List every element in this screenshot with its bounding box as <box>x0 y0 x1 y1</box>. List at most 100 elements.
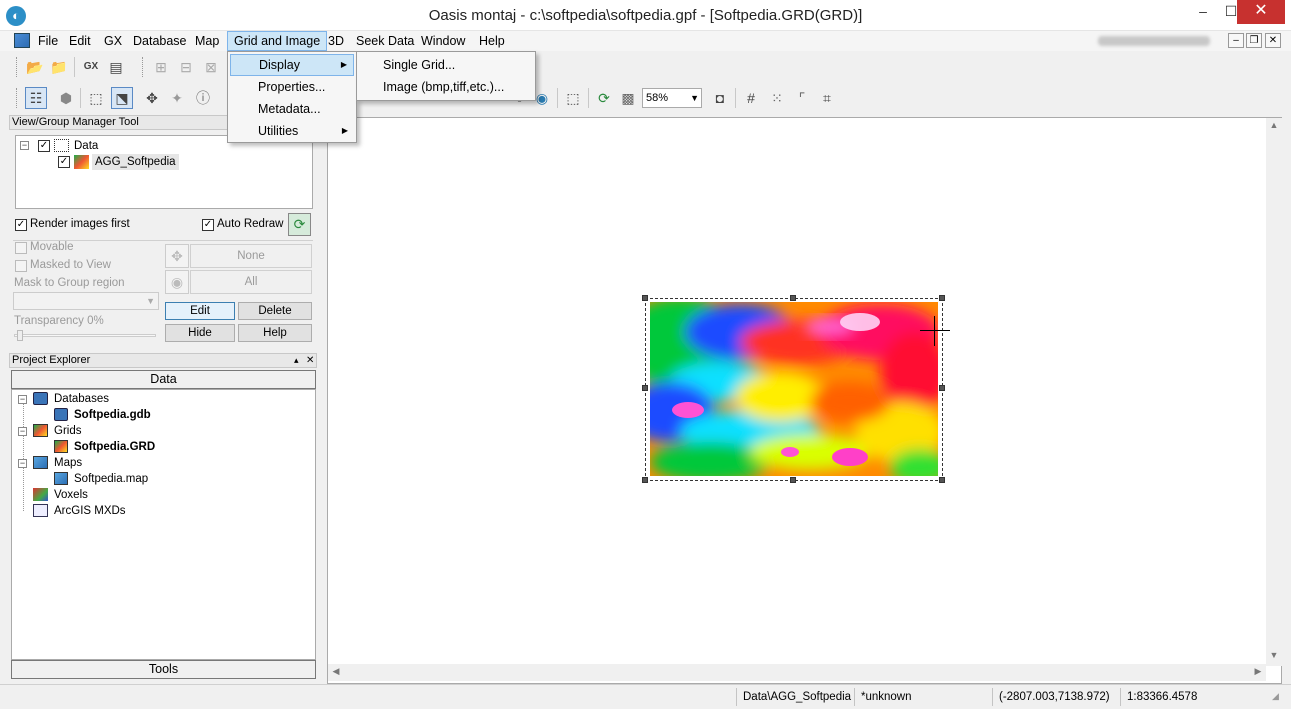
masked-to-view-checkbox[interactable] <box>15 260 27 272</box>
toolbar-grip[interactable] <box>16 88 19 108</box>
resize-handle[interactable] <box>642 385 648 391</box>
render-images-first-checkbox[interactable]: ✓ <box>15 219 27 231</box>
stack-icon[interactable]: ▩ <box>617 87 639 109</box>
transparency-slider-track[interactable] <box>14 334 156 337</box>
auto-redraw-checkbox[interactable]: ✓ <box>202 219 214 231</box>
crosshair-grid-icon[interactable]: ⌗ <box>816 87 838 109</box>
scroll-up-icon[interactable]: ▲ <box>1266 120 1282 130</box>
zoom-box-icon[interactable]: ⬚ <box>562 87 584 109</box>
toolbar-grip[interactable] <box>16 57 19 77</box>
document-icon[interactable] <box>14 33 30 48</box>
menu-item-image[interactable]: Image (bmp,tiff,etc.)... <box>359 76 533 98</box>
resize-handle[interactable] <box>642 295 648 301</box>
horizontal-scrollbar[interactable]: ◀ ▶ <box>328 664 1266 681</box>
grid-lines-icon[interactable]: # <box>740 87 762 109</box>
vertical-scrollbar[interactable]: ▲ ▼ <box>1266 118 1282 666</box>
menu-item-utilities[interactable]: Utilities ▶ <box>230 120 354 142</box>
view-group-manager-icon[interactable]: ☷ <box>25 87 47 109</box>
resize-handle[interactable] <box>790 295 796 301</box>
resize-handle[interactable] <box>939 477 945 483</box>
chevron-down-icon[interactable]: ▼ <box>690 89 699 107</box>
select-group-icon[interactable]: ⬔ <box>111 87 133 109</box>
tab-data[interactable]: Data <box>11 370 316 389</box>
frame-icon[interactable]: ⌜ <box>791 87 813 109</box>
tree-label-databases[interactable]: Databases <box>54 391 109 407</box>
shape-icon[interactable]: ⬢ <box>55 87 77 109</box>
status-scale: 1:83366.4578 <box>1120 688 1270 706</box>
select-view-icon[interactable]: ⬚ <box>85 87 107 109</box>
eye-icon[interactable]: ◉ <box>165 270 189 294</box>
scroll-right-icon[interactable]: ▶ <box>1250 666 1266 677</box>
resize-handle[interactable] <box>790 477 796 483</box>
resize-handle[interactable] <box>642 477 648 483</box>
panel-close-icon[interactable]: ✕ <box>306 354 314 367</box>
info-icon[interactable]: ⓘ <box>192 87 214 109</box>
tree-label-arcgis[interactable]: ArcGIS MXDs <box>54 503 126 519</box>
selection-box[interactable] <box>645 298 943 481</box>
cursor-crosshair-icon <box>920 330 950 331</box>
edit-button[interactable]: Edit <box>165 302 235 320</box>
scroll-down-icon[interactable]: ▼ <box>1266 650 1282 660</box>
menu-item-display[interactable]: Display ▶ <box>230 54 354 76</box>
pin-icon[interactable]: ▴ <box>294 354 299 367</box>
collapse-icon[interactable]: − <box>18 459 27 468</box>
movable-checkbox[interactable] <box>15 242 27 254</box>
data-checkbox[interactable]: ✓ <box>38 140 50 152</box>
menu-window[interactable]: Window <box>415 31 471 51</box>
mdi-minimize-button[interactable]: – <box>1228 33 1244 48</box>
help-button[interactable]: Help <box>238 324 312 342</box>
resize-grip-icon[interactable]: ◢ <box>1272 691 1279 702</box>
tab-tools[interactable]: Tools <box>11 660 316 679</box>
menu-grid-and-image[interactable]: Grid and Image <box>227 31 328 51</box>
menu-database[interactable]: Database <box>127 31 193 51</box>
tree-label-grids[interactable]: Grids <box>54 423 81 439</box>
close-button[interactable]: ✕ <box>1237 0 1285 24</box>
view-group-tree[interactable]: − ✓ Data ✓ AGG_Softpedia <box>15 135 313 209</box>
mask-region-select[interactable]: ▼ <box>13 292 159 310</box>
menu-map[interactable]: Map <box>189 31 225 51</box>
open-folder-icon[interactable]: 📂 <box>24 56 46 78</box>
menu-help[interactable]: Help <box>473 31 511 51</box>
menu-edit[interactable]: Edit <box>63 31 97 51</box>
agg-checkbox[interactable]: ✓ <box>58 156 70 168</box>
script-icon[interactable]: ▤ <box>105 56 127 78</box>
none-button[interactable]: None <box>190 244 312 268</box>
menu-gx[interactable]: GX <box>98 31 128 51</box>
open-project-icon[interactable]: 📁 <box>48 56 70 78</box>
resize-handle[interactable] <box>939 295 945 301</box>
toolbar-grip[interactable] <box>142 57 145 77</box>
all-button[interactable]: All <box>190 270 312 294</box>
redraw-button[interactable]: ⟳ <box>288 213 311 236</box>
delete-button[interactable]: Delete <box>238 302 312 320</box>
menu-3d[interactable]: 3D <box>322 31 350 51</box>
gx-button[interactable]: GX <box>80 56 102 78</box>
zoom-select[interactable]: 58% ▼ <box>642 88 702 108</box>
collapse-icon[interactable]: − <box>18 395 27 404</box>
camera-icon[interactable]: ◘ <box>709 87 731 109</box>
dotted-grid-icon[interactable]: ⁙ <box>766 87 788 109</box>
mdi-restore-button[interactable]: ❐ <box>1246 33 1262 48</box>
tree-file-database[interactable]: Softpedia.gdb <box>74 407 151 423</box>
tree-label-voxels[interactable]: Voxels <box>54 487 88 503</box>
menu-item-properties[interactable]: Properties... <box>230 76 354 98</box>
project-explorer-tree[interactable]: − Databases Softpedia.gdb − Grids Softpe… <box>11 389 316 660</box>
tree-label-maps[interactable]: Maps <box>54 455 82 471</box>
tree-file-grid[interactable]: Softpedia.GRD <box>74 439 155 455</box>
menu-item-label: Image (bmp,tiff,etc.)... <box>383 80 505 94</box>
redraw-icon[interactable]: ⟳ <box>593 87 615 109</box>
menu-item-single-grid[interactable]: Single Grid... <box>359 54 533 76</box>
menu-seek-data[interactable]: Seek Data <box>350 31 420 51</box>
scroll-left-icon[interactable]: ◀ <box>328 666 344 677</box>
collapse-icon[interactable]: − <box>20 141 29 150</box>
locate-icon[interactable]: ✦ <box>166 87 188 109</box>
tree-file-map[interactable]: Softpedia.map <box>74 471 148 487</box>
menu-item-metadata[interactable]: Metadata... <box>230 98 354 120</box>
menu-file[interactable]: File <box>32 31 64 51</box>
collapse-icon[interactable]: − <box>18 427 27 436</box>
hide-button[interactable]: Hide <box>165 324 235 342</box>
digitize-icon[interactable]: ✥ <box>141 87 163 109</box>
transparency-slider-thumb[interactable] <box>17 330 23 341</box>
mdi-close-button[interactable]: ✕ <box>1265 33 1281 48</box>
resize-handle[interactable] <box>939 385 945 391</box>
group-extent-icon[interactable]: ✥ <box>165 244 189 268</box>
